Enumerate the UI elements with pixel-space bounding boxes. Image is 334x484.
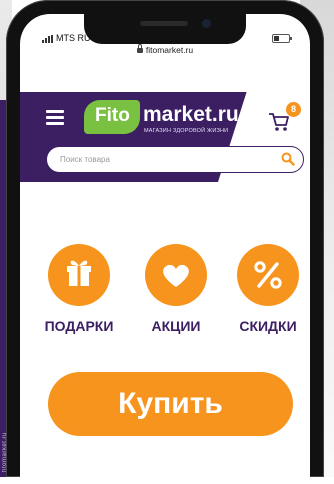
address-url: fitomarket.ru: [145, 45, 194, 55]
address-bar[interactable]: fitomarket.ru: [20, 44, 310, 55]
buy-button[interactable]: Купить: [48, 372, 293, 436]
category-gifts-button[interactable]: [48, 244, 110, 306]
heart-icon: [163, 264, 189, 287]
category-promos-label: АКЦИИ: [151, 318, 201, 334]
menu-icon[interactable]: [46, 110, 64, 125]
front-camera: [202, 19, 211, 28]
percent-icon: [254, 261, 282, 289]
category-gifts-label: ПОДАРКИ: [44, 318, 114, 334]
cart-icon[interactable]: [268, 112, 290, 132]
logo-fito-text: Fito: [95, 105, 130, 126]
category-discounts-button[interactable]: [237, 244, 299, 306]
search-icon[interactable]: [281, 152, 295, 166]
cart-count-badge: 8: [286, 102, 301, 117]
category-promos-button[interactable]: [145, 244, 207, 306]
speaker-grille: [140, 21, 188, 26]
logo-tagline: МАГАЗИН ЗДОРОВОЙ ЖИЗНИ: [144, 128, 229, 134]
category-discounts-label: СКИДКИ: [239, 318, 297, 334]
battery-icon: [272, 34, 292, 43]
search-input[interactable]: [60, 148, 260, 171]
gift-icon: [67, 260, 91, 286]
lock-icon: [136, 44, 143, 53]
phone-notch: [84, 14, 246, 44]
logo-market-text: market.ru: [143, 103, 239, 126]
